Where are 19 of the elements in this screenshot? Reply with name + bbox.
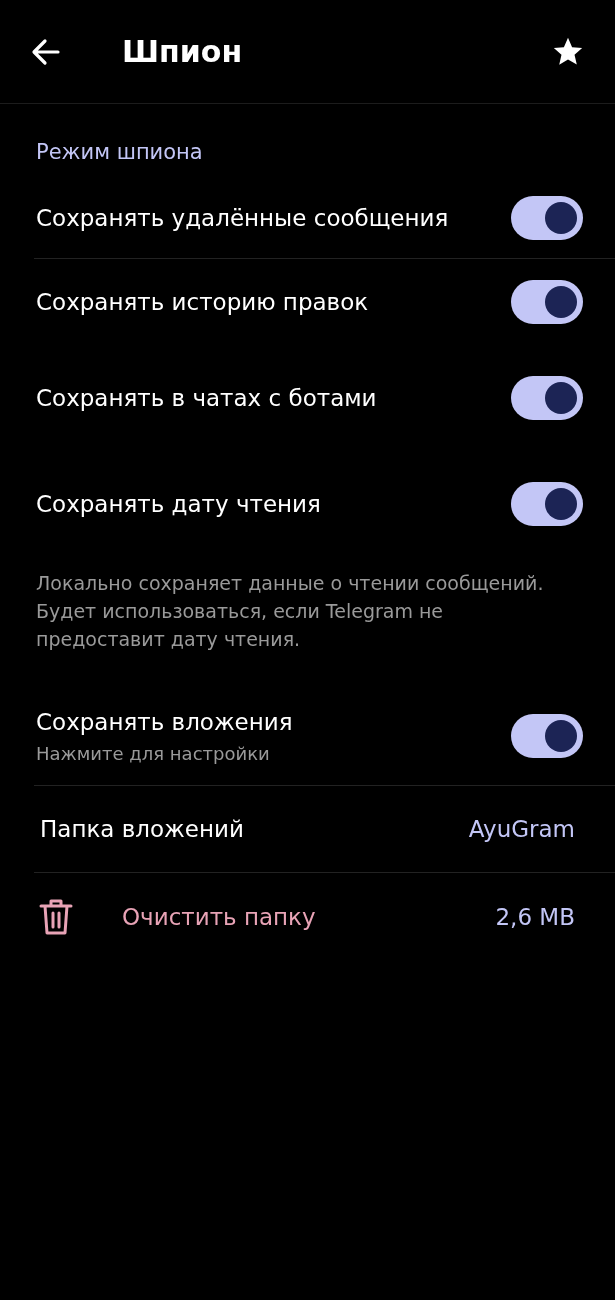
section-title: Режим шпиона <box>36 140 203 164</box>
toggle-switch[interactable] <box>511 482 583 526</box>
setting-label: Сохранять дату чтения <box>36 491 322 517</box>
setting-label: Сохранять вложения <box>36 708 294 735</box>
toggle-switch[interactable] <box>511 376 583 420</box>
folder-size: 2,6 MB <box>495 904 575 930</box>
toggle-switch[interactable] <box>511 280 583 324</box>
trash-icon[interactable] <box>38 897 74 937</box>
setting-label: Сохранять историю правок <box>36 289 370 315</box>
toggle-switch[interactable] <box>511 196 583 240</box>
toggle-switch[interactable] <box>511 714 583 758</box>
clear-folder-label[interactable]: Очистить папку <box>122 904 496 930</box>
setting-value[interactable]: AyuGram <box>468 816 575 842</box>
screen-title: Шпион <box>122 34 244 69</box>
setting-description: Локально сохраняет данные о чтении сообщений. Будет использоваться, если Telegram не предоставит дату чтения. <box>35 571 545 652</box>
setting-label: Папка вложений <box>40 816 245 842</box>
setting-hint: Нажмите для настройки <box>36 742 270 764</box>
setting-label: Сохранять удалённые сообщения <box>36 205 450 231</box>
setting-label: Сохранять в чатах с ботами <box>36 385 378 411</box>
